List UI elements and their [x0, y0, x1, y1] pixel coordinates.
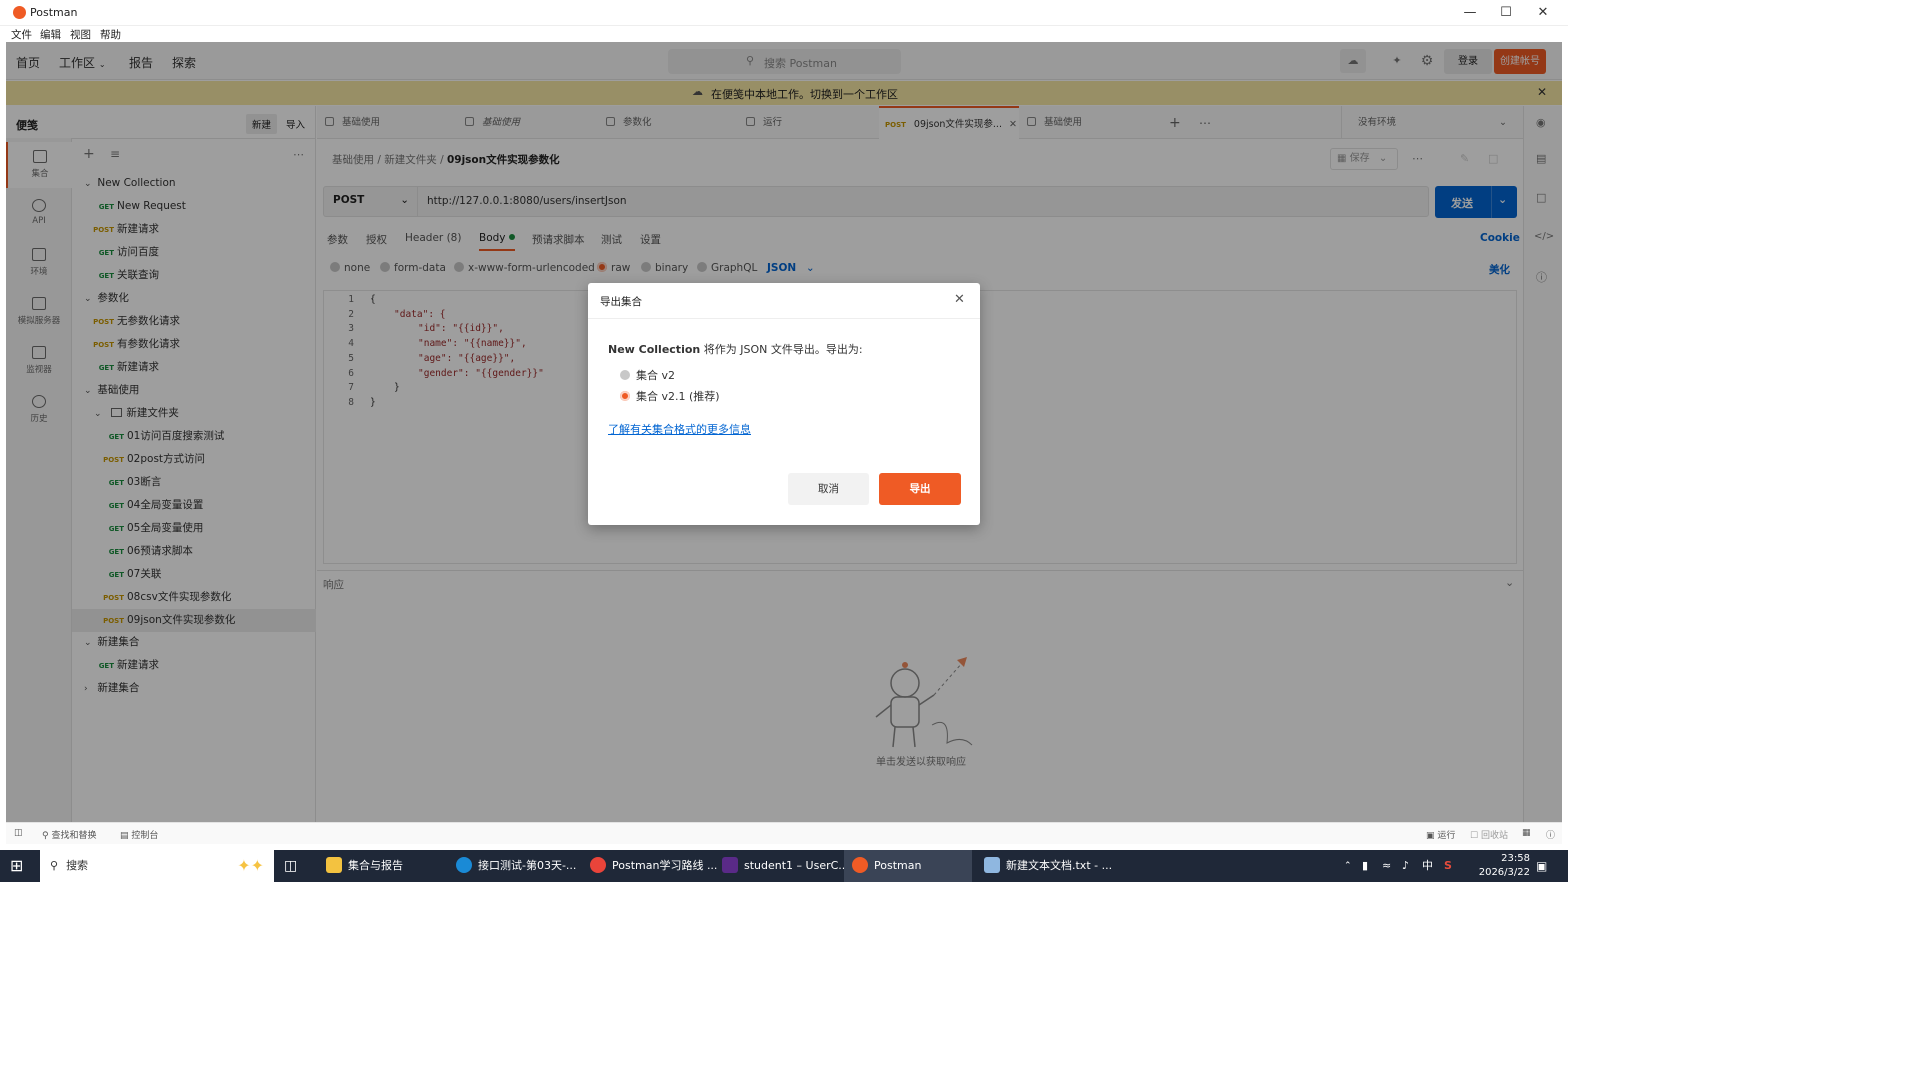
- taskbar-search-label: 搜索: [66, 859, 89, 872]
- runner-label: 运行: [1437, 831, 1456, 841]
- wifi-icon[interactable]: ≈: [1382, 850, 1391, 882]
- cancel-button[interactable]: 取消: [788, 473, 869, 505]
- menu-edit[interactable]: 编辑: [40, 27, 61, 42]
- help-icon[interactable]: ⓘ: [1546, 828, 1555, 841]
- format-v21-radio[interactable]: 集合 v2.1 (推荐): [620, 388, 720, 404]
- console-button[interactable]: ▤ 控制台: [120, 828, 158, 841]
- option-label: 集合 v2.1 (推荐): [636, 390, 720, 403]
- taskbar-app-label: student1 – UserC...: [744, 859, 849, 872]
- chrome-browser-icon: [590, 857, 606, 873]
- layout-icon[interactable]: ▦: [1522, 828, 1531, 838]
- search-icon: ⚲: [50, 859, 59, 872]
- menu-file[interactable]: 文件: [11, 27, 32, 42]
- windows-taskbar: ⊞ ⚲ 搜索 ✦✦ ◫ 集合与报告 接口测试-第03天-... Postman学习路…: [0, 850, 1568, 882]
- collection-name: New Collection: [608, 343, 701, 356]
- radio-icon: [620, 370, 630, 380]
- search-icon: ⚲: [42, 831, 49, 841]
- title-bar: Postman — ☐ ✕: [0, 0, 1568, 26]
- taskbar-app-postman[interactable]: Postman: [844, 850, 972, 882]
- postman-icon: [852, 857, 868, 873]
- taskbar-app-explorer[interactable]: 集合与报告: [320, 850, 442, 882]
- menu-view[interactable]: 视图: [70, 27, 91, 42]
- taskbar-app-chrome[interactable]: Postman学习路线 ...: [584, 850, 717, 882]
- taskbar-app-label: 新建文本文档.txt - ...: [1006, 859, 1113, 872]
- notepad-icon: [984, 857, 1000, 873]
- toggle-sidebar-icon[interactable]: ◫: [14, 828, 23, 838]
- find-label: 查找和替换: [51, 831, 97, 841]
- menu-bar: 文件 编辑 视图 帮助: [0, 26, 1568, 42]
- taskbar-app-edge[interactable]: 接口测试-第03天-...: [450, 850, 576, 882]
- dialog-title: 导出集合: [600, 296, 642, 308]
- edge-browser-icon: [456, 857, 472, 873]
- intellij-icon: [722, 857, 738, 873]
- console-label: 控制台: [131, 831, 159, 841]
- console-icon: ▤: [120, 831, 129, 841]
- task-view-icon[interactable]: ◫: [284, 850, 297, 882]
- chevron-up-icon[interactable]: ⌃: [1344, 850, 1352, 882]
- radio-selected-icon: [620, 391, 630, 401]
- taskbar-app-intellij[interactable]: student1 – UserC...: [716, 850, 849, 882]
- maximize-button[interactable]: ☐: [1488, 0, 1524, 26]
- learn-more-link[interactable]: 了解有关集合格式的更多信息: [608, 421, 751, 437]
- taskbar-app-label: 集合与报告: [348, 859, 403, 872]
- windows-start-icon[interactable]: ⊞: [10, 850, 30, 882]
- export-button[interactable]: 导出: [879, 473, 961, 505]
- export-collection-dialog: 导出集合 ✕ New Collection 将作为 JSON 文件导出。导出为:…: [588, 283, 980, 525]
- taskbar-app-label: 接口测试-第03天-...: [478, 859, 577, 872]
- option-label: 集合 v2: [636, 369, 676, 382]
- runner-icon: ▣: [1426, 831, 1435, 841]
- taskbar-app-label: Postman: [874, 859, 922, 872]
- runner-button[interactable]: ▣ 运行: [1426, 828, 1455, 841]
- ime-indicator[interactable]: 中: [1422, 850, 1433, 882]
- minimize-button[interactable]: —: [1452, 0, 1488, 26]
- trash-label: 回收站: [1480, 831, 1508, 841]
- close-window-button[interactable]: ✕: [1525, 0, 1561, 26]
- dialog-message: New Collection 将作为 JSON 文件导出。导出为:: [608, 341, 863, 357]
- sparkle-icon: ✦✦: [237, 856, 264, 875]
- postman-logo-icon: [13, 6, 26, 19]
- find-replace-button[interactable]: ⚲ 查找和替换: [42, 828, 96, 841]
- clock[interactable]: 23:58 2026/3/22: [1470, 850, 1530, 882]
- taskbar-search[interactable]: ⚲ 搜索 ✦✦: [40, 850, 274, 882]
- format-v2-radio[interactable]: 集合 v2: [620, 367, 675, 383]
- date-label: 2026/3/22: [1478, 867, 1530, 878]
- taskbar-app-notepad[interactable]: 新建文本文档.txt - ...: [978, 850, 1112, 882]
- status-bar: ◫ ⚲ 查找和替换 ▤ 控制台 ▣ 运行 ☐ 回收站 ▦ ⓘ: [6, 822, 1562, 844]
- dialog-header: 导出集合 ✕: [588, 283, 980, 319]
- volume-icon[interactable]: ♪: [1402, 850, 1409, 882]
- sogou-ime-icon[interactable]: S: [1444, 850, 1452, 882]
- taskbar-app-label: Postman学习路线 ...: [612, 859, 718, 872]
- menu-help[interactable]: 帮助: [100, 27, 121, 42]
- battery-icon[interactable]: ▮: [1362, 850, 1368, 882]
- dialog-message-text: 将作为 JSON 文件导出。导出为:: [700, 343, 863, 356]
- trash-icon: ☐: [1470, 831, 1479, 841]
- window-title: Postman: [30, 6, 78, 19]
- folder-icon: [326, 857, 342, 873]
- time-label: 23:58: [1501, 853, 1530, 864]
- trash-button[interactable]: ☐ 回收站: [1470, 828, 1508, 841]
- notification-icon[interactable]: ▣: [1536, 850, 1547, 882]
- close-dialog-icon[interactable]: ✕: [954, 292, 965, 307]
